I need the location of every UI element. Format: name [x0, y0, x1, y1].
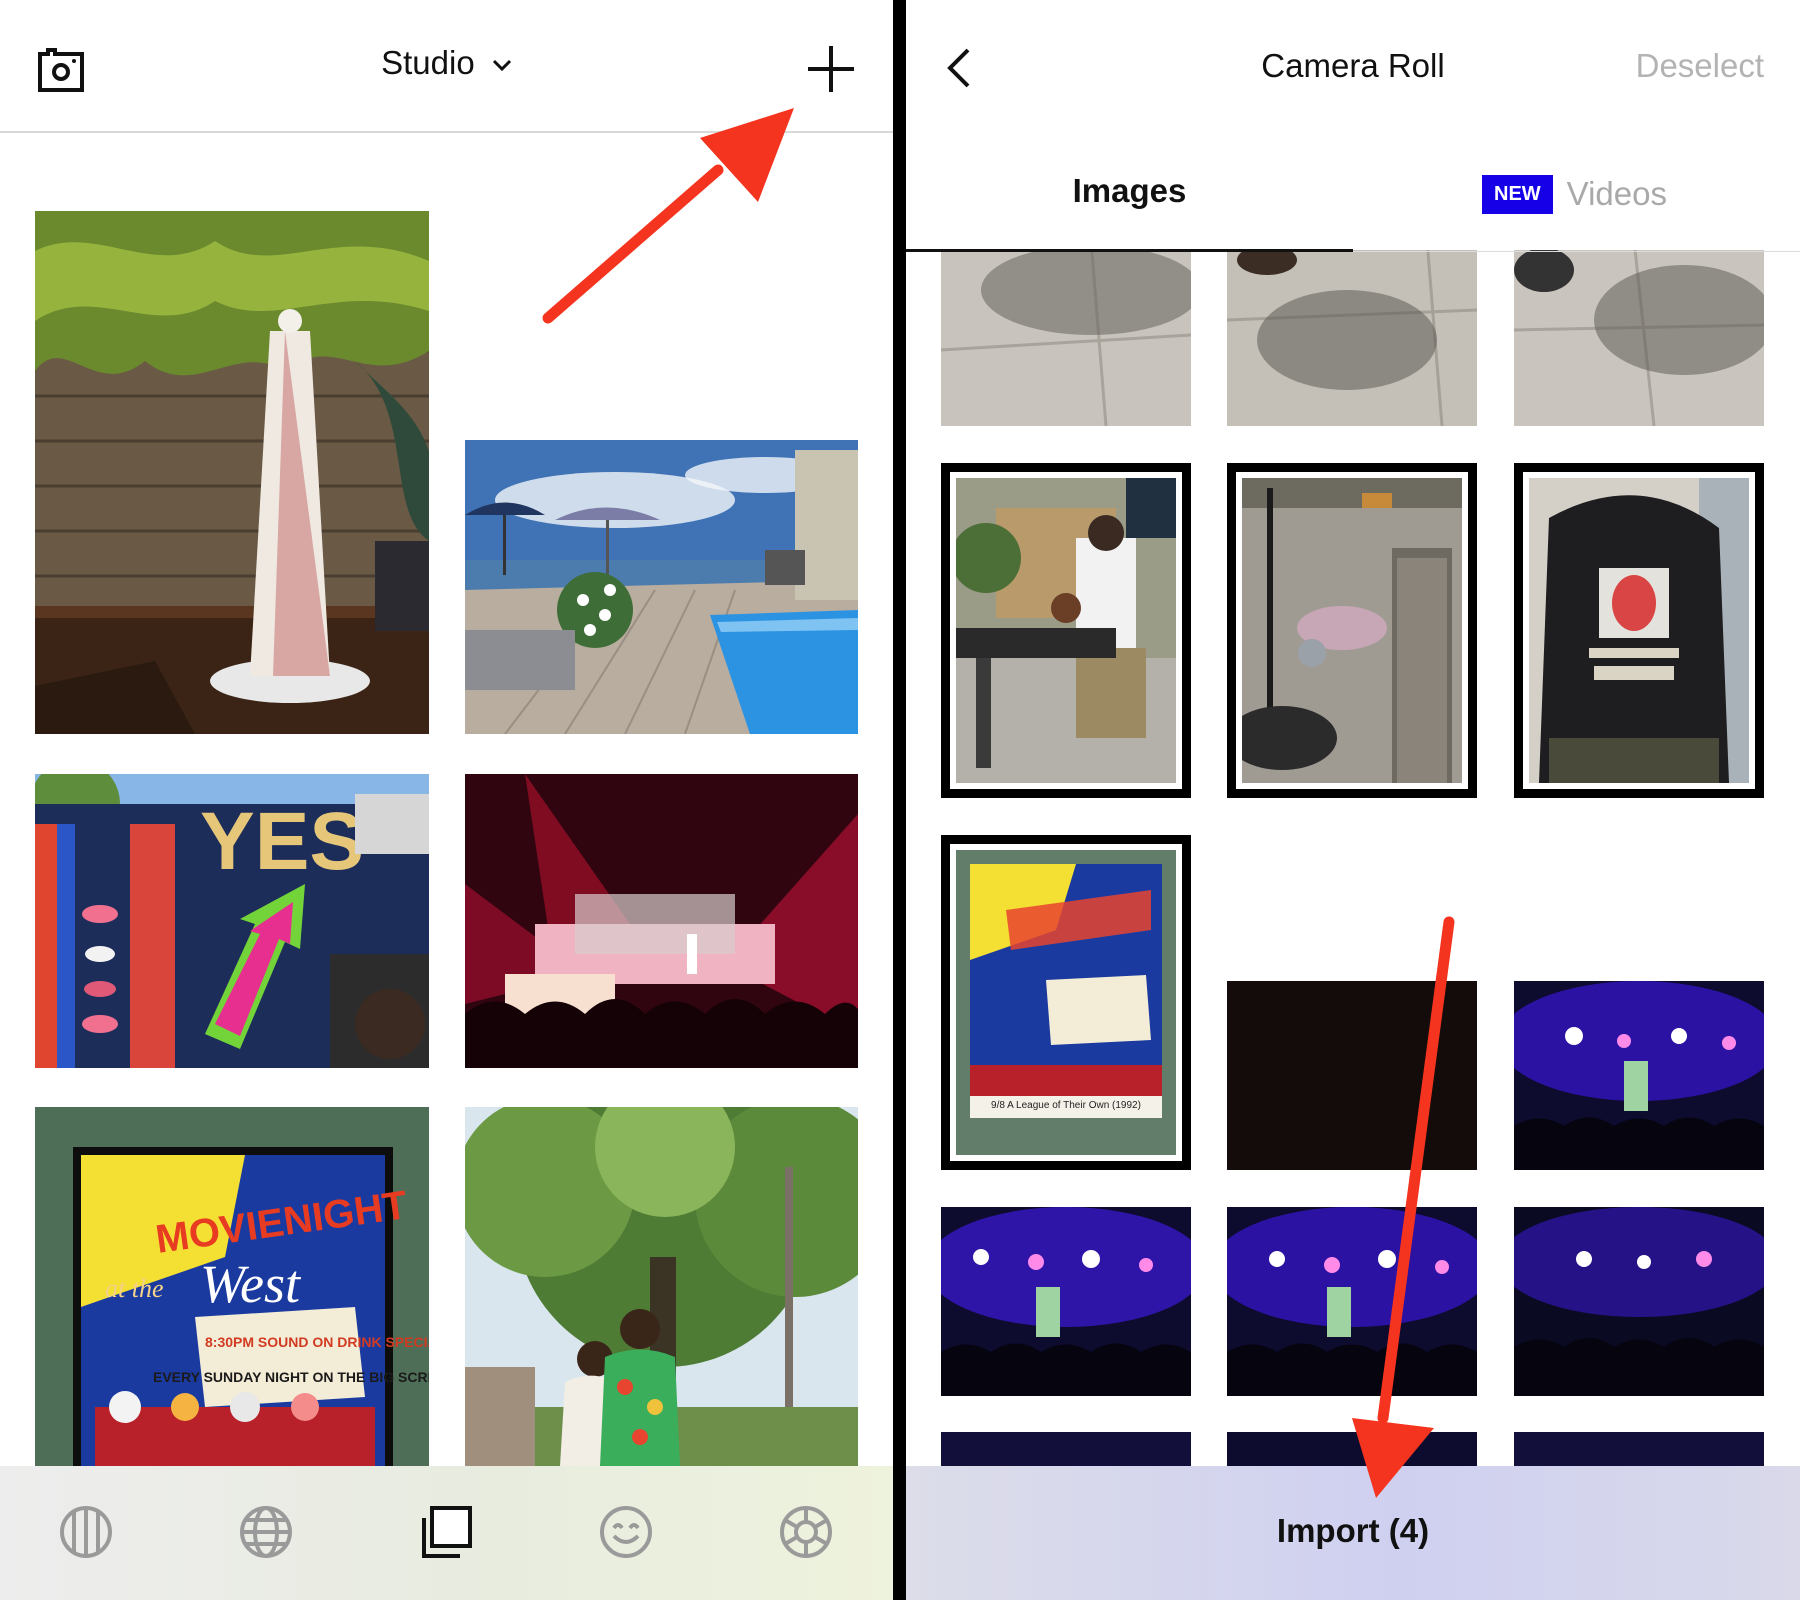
- mural-yes-text: YES: [200, 796, 364, 887]
- deselect-button[interactable]: Deselect: [1636, 47, 1764, 85]
- smiley-icon[interactable]: [598, 1504, 654, 1560]
- sidewalk-image: [941, 240, 1191, 426]
- photo-pool-deck[interactable]: [465, 440, 858, 734]
- photo-concert-red[interactable]: [465, 774, 858, 1068]
- studio-header: Studio: [0, 0, 893, 133]
- concert-blue-image: [1514, 1207, 1764, 1396]
- hoodie-image: [1529, 478, 1749, 783]
- roll-photo-black-hoodie-selected[interactable]: [1514, 463, 1764, 798]
- concert-blue-image: [1514, 981, 1764, 1170]
- pool-deck-image: [465, 440, 858, 734]
- poster-caption: 9/8 A League of Their Own (1992): [991, 1100, 1141, 1111]
- tab-divider: [1353, 251, 1800, 252]
- sidewalk-image: [1514, 240, 1764, 426]
- roll-photo-movie-poster-selected[interactable]: 9/8 A League of Their Own (1992): [941, 835, 1191, 1170]
- import-button[interactable]: Import (4): [906, 1512, 1800, 1550]
- roll-photo-concert-blue-4[interactable]: [1514, 1207, 1764, 1396]
- roll-photo-concert-blue-1[interactable]: [1514, 981, 1764, 1170]
- roll-photo-man-with-dog-selected[interactable]: [941, 463, 1191, 798]
- man-with-dog-image: [956, 478, 1176, 783]
- sidewalk-image: [1227, 240, 1477, 426]
- camera-roll-screen: 9/8 A League of Their Own (1992) Camera …: [906, 0, 1800, 1600]
- aperture-icon[interactable]: [778, 1504, 834, 1560]
- roll-photo-sidewalk-3[interactable]: [1514, 240, 1764, 426]
- movie-poster-image: MOVIENIGHT at the West 8:30PM SOUND ON D…: [35, 1107, 429, 1466]
- photo-tree-friends[interactable]: [465, 1107, 858, 1466]
- photo-cake[interactable]: [35, 211, 429, 734]
- camera-roll-header: Camera Roll Deselect Images NEW Videos: [906, 0, 1800, 252]
- poster-details: 8:30PM SOUND ON DRINK SPECIALS: [205, 1334, 429, 1350]
- roll-photo-dog-on-patio-selected[interactable]: [1227, 463, 1477, 798]
- studio-dropdown[interactable]: Studio: [0, 44, 893, 82]
- stack-icon[interactable]: [418, 1504, 474, 1560]
- tab-videos-label: Videos: [1566, 175, 1667, 212]
- dog-on-patio-image: [1242, 478, 1462, 783]
- photo-yes-mural[interactable]: YES: [35, 774, 429, 1068]
- roll-photo-concert-blue-3[interactable]: [1227, 1207, 1477, 1396]
- globe-icon[interactable]: [238, 1504, 294, 1560]
- movie-poster-small-image: 9/8 A League of Their Own (1992): [956, 850, 1176, 1155]
- roll-photo-sidewalk-2[interactable]: [1227, 240, 1477, 426]
- chevron-down-icon: [492, 60, 511, 72]
- poster-at-the: at the: [105, 1274, 164, 1303]
- concert-blue-image: [1227, 1207, 1477, 1396]
- yes-mural-image: YES: [35, 774, 429, 1068]
- roll-photo-sidewalk-1[interactable]: [941, 240, 1191, 426]
- cake-photo-image: [35, 211, 429, 734]
- tab-videos[interactable]: NEW Videos: [1482, 172, 1667, 216]
- studio-title: Studio: [381, 44, 475, 81]
- tree-friends-image: [465, 1107, 858, 1466]
- concert-blue-image: [941, 1207, 1191, 1396]
- concert-red-image: [465, 774, 858, 1068]
- poster-tagline: EVERY SUNDAY NIGHT ON THE BIG SCREEN!: [153, 1369, 429, 1385]
- poster-venue: West: [200, 1254, 302, 1314]
- roll-photo-dark[interactable]: [1227, 981, 1477, 1170]
- tab-images-underline: [906, 249, 1353, 252]
- roll-photo-concert-blue-2[interactable]: [941, 1207, 1191, 1396]
- grid-icon[interactable]: [58, 1504, 114, 1560]
- plus-icon[interactable]: [806, 44, 856, 94]
- new-badge: NEW: [1482, 174, 1553, 214]
- tab-images[interactable]: Images: [906, 172, 1353, 210]
- studio-screen: Studio YES MOVIENIGHT at the West 8:30PM…: [0, 0, 893, 1600]
- photo-movie-night-poster[interactable]: MOVIENIGHT at the West 8:30PM SOUND ON D…: [35, 1107, 429, 1466]
